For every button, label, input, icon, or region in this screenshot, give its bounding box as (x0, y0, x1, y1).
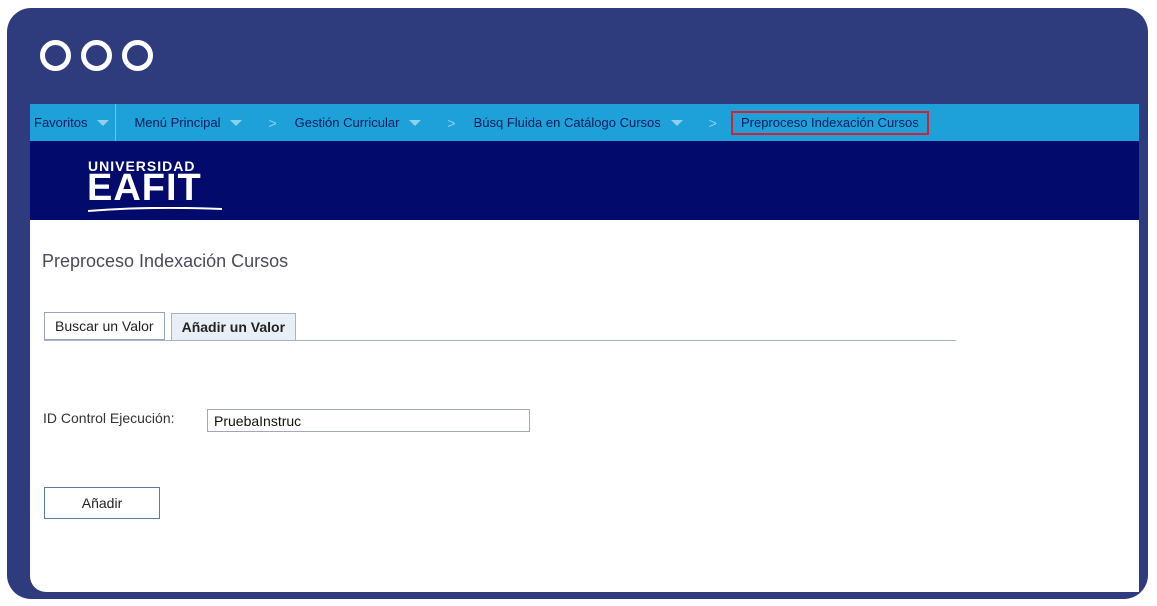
id-control-ejecucion-input[interactable] (207, 409, 530, 432)
breadcrumb-navbar: Favoritos Menú Principal > Gestión Curri… (30, 104, 1139, 141)
chevron-down-icon[interactable] (670, 119, 683, 126)
nav-menu-principal-label: Menú Principal (134, 115, 221, 130)
nav-menu-principal[interactable]: Menú Principal (130, 104, 248, 141)
nav-preproceso-indexacion[interactable]: Preproceso Indexación Cursos (730, 110, 929, 135)
nav-favoritos-label: Favoritos (34, 115, 88, 130)
id-control-ejecucion-label: ID Control Ejecución: (43, 410, 175, 426)
chevron-down-icon[interactable] (409, 119, 422, 126)
window-frame: Favoritos Menú Principal > Gestión Curri… (7, 8, 1148, 599)
page-title: Preproceso Indexación Cursos (42, 251, 289, 271)
tab-buscar-un-valor[interactable]: Buscar un Valor (44, 312, 165, 340)
brand-header: UNIVERSIDAD EAFIT (30, 141, 1139, 220)
window-control-circle-icon[interactable] (81, 40, 112, 71)
nav-busq-fluida[interactable]: Búsq Fluida en Catálogo Cursos (470, 104, 689, 141)
breadcrumb-separator-icon: > (268, 114, 277, 131)
logo-swoosh-icon (88, 207, 222, 212)
nav-divider (115, 104, 117, 141)
breadcrumb-separator-icon: > (447, 114, 456, 131)
tab-bar: Buscar un Valor Añadir un Valor (44, 312, 302, 340)
breadcrumb-separator-icon: > (708, 114, 717, 131)
nav-preproceso-indexacion-label: Preproceso Indexación Cursos (740, 115, 919, 130)
chevron-down-icon[interactable] (230, 119, 243, 126)
window-control-circle-icon[interactable] (122, 40, 153, 71)
nav-favoritos[interactable]: Favoritos (30, 104, 115, 141)
nav-gestion-curricular[interactable]: Gestión Curricular (291, 104, 428, 141)
nav-gestion-curricular-label: Gestión Curricular (294, 115, 400, 130)
window-controls (40, 40, 153, 80)
add-button[interactable]: Añadir (44, 487, 160, 519)
tab-anadir-un-valor[interactable]: Añadir un Valor (170, 313, 297, 340)
app-screen: Favoritos Menú Principal > Gestión Curri… (30, 104, 1139, 592)
tab-underline (44, 340, 956, 341)
logo-eafit: EAFIT (87, 167, 202, 209)
window-control-circle-icon[interactable] (40, 40, 71, 71)
nav-busq-fluida-label: Búsq Fluida en Catálogo Cursos (473, 115, 661, 130)
chevron-down-icon[interactable] (97, 119, 110, 126)
